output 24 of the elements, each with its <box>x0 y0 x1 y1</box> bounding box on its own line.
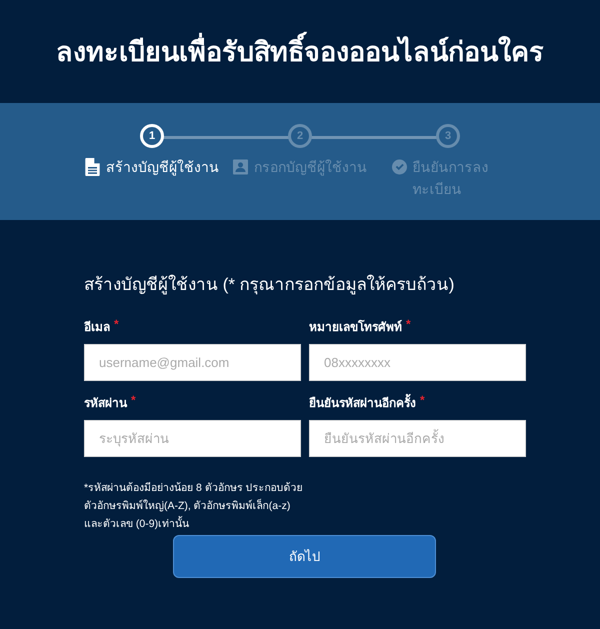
step-label: ยืนยันการลงทะเบียน <box>412 158 490 199</box>
field-label: อีเมล <box>84 319 110 336</box>
person-icon <box>233 158 248 176</box>
step-number: 2 <box>288 124 312 148</box>
form-heading: สร้างบัญชีผู้ใช้งาน (* กรุณากรอกข้อมูลให้ครบถ้วน) <box>84 274 456 296</box>
field-label: หมายเลขโทรศัพท์ <box>309 318 402 336</box>
step-number: 1 <box>140 124 164 148</box>
page-title: ลงทะเบียนเพื่อรับสิทธิ์จองออนไลน์ก่อนใคร <box>56 30 544 73</box>
required-mark: * <box>131 393 136 409</box>
field-label: ยืนยันรหัสผ่านอีกครั้ง <box>309 393 416 412</box>
input-field[interactable]: ยืนยันรหัสผ่านอีกครั้ง <box>309 420 526 457</box>
field-label: รหัสผ่าน <box>84 395 127 412</box>
step-label: กรอกบัญชีผู้ใช้งาน <box>254 158 367 178</box>
input-field[interactable]: username@gmail.com <box>84 344 301 381</box>
step-number: 3 <box>436 124 460 148</box>
required-mark: * <box>420 393 425 409</box>
password-note: *รหัสผ่านต้องมีอย่างน้อย 8 ตัวอักษร ประกอบด้วยตัวอักษรพิมพ์ใหญ่(A-Z), ตัวอักษรพิมพ์เล็ก(a-z) และตัวเลข (0-9)เท่านั้น <box>84 481 304 532</box>
input-field[interactable]: 08xxxxxxxx <box>309 344 526 381</box>
required-mark: * <box>406 317 411 333</box>
document-icon <box>85 158 100 176</box>
required-mark: * <box>114 317 119 333</box>
next-button[interactable]: ถัดไป <box>173 535 436 578</box>
input-field[interactable]: ระบุรหัสผ่าน <box>84 420 301 457</box>
step-label: สร้างบัญชีผู้ใช้งาน <box>106 158 219 178</box>
